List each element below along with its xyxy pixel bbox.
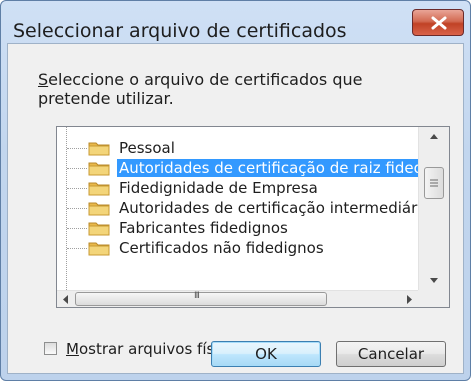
certificate-store-tree[interactable]: Pessoal Autoridades de certificação de ra… [56, 126, 450, 308]
vertical-scrollbar[interactable] [418, 127, 449, 290]
tree-item-label: Autoridades de certificação intermediári… [119, 199, 418, 217]
close-button[interactable] [412, 9, 464, 36]
folder-icon [88, 202, 110, 216]
tree-item-label: Certificados não fidedignos [119, 239, 324, 257]
tree-item[interactable]: Pessoal [57, 138, 418, 158]
tree-connector [67, 248, 87, 249]
vertical-scroll-thumb[interactable] [424, 167, 444, 199]
prompt-text: Seleccione o arquivo de certificados que… [38, 70, 438, 108]
window-title: Seleccionar arquivo de certificados [13, 20, 347, 42]
prompt-rest: eleccione o arquivo de certificados que … [38, 70, 363, 108]
folder-icon [88, 242, 110, 256]
scrollbar-corner [418, 290, 449, 307]
folder-icon [88, 182, 110, 196]
prompt-accesskey: S [38, 70, 49, 89]
tree-item-label: Pessoal [119, 139, 175, 157]
tree-connector [67, 228, 87, 229]
tree-items: Pessoal Autoridades de certificação de ra… [57, 127, 418, 290]
dialog-window: Seleccionar arquivo de certificados Sele… [0, 0, 471, 381]
arrow-up-icon [430, 134, 438, 139]
grip-text: III [194, 291, 200, 301]
tree-connector [67, 188, 87, 189]
arrow-left-icon [63, 295, 68, 304]
arrow-down-icon [430, 278, 438, 283]
folder-icon [88, 162, 110, 176]
tree-item[interactable]: Certificados não fidedignos [57, 238, 418, 258]
folder-icon [88, 142, 110, 156]
show-physical-stores-checkbox[interactable] [44, 342, 57, 355]
ok-button[interactable]: OK [211, 341, 321, 367]
scroll-right-button[interactable] [400, 291, 418, 307]
grip-icon [430, 179, 438, 187]
tree-connector [67, 208, 87, 209]
folder-icon [88, 222, 110, 236]
tree-item-label: Fabricantes fidedignos [119, 219, 288, 237]
tree-item-label: Autoridades de certificação de raiz fide… [117, 159, 418, 177]
scroll-left-button[interactable] [57, 291, 75, 307]
dialog-body: Seleccione o arquivo de certificados que… [7, 43, 464, 374]
tree-connector [67, 148, 87, 149]
tree-connector [67, 168, 87, 169]
checkbox-accesskey: M [66, 340, 79, 358]
tree-item[interactable]: Fabricantes fidedignos [57, 218, 418, 238]
tree-item-label: Fidedignidade de Empresa [119, 179, 318, 197]
scroll-up-button[interactable] [419, 127, 449, 145]
horizontal-scrollbar[interactable]: III [57, 290, 418, 307]
tree-item[interactable]: Autoridades de certificação intermediári… [57, 198, 418, 218]
cancel-button[interactable]: Cancelar [336, 341, 446, 367]
arrow-right-icon [407, 295, 412, 304]
tree-item[interactable]: Fidedignidade de Empresa [57, 178, 418, 198]
tree-item[interactable]: Autoridades de certificação de raiz fide… [57, 158, 418, 178]
scroll-down-button[interactable] [419, 272, 449, 290]
title-bar[interactable]: Seleccionar arquivo de certificados [1, 1, 470, 43]
horizontal-scroll-thumb[interactable]: III [75, 291, 327, 306]
close-icon [431, 16, 447, 30]
